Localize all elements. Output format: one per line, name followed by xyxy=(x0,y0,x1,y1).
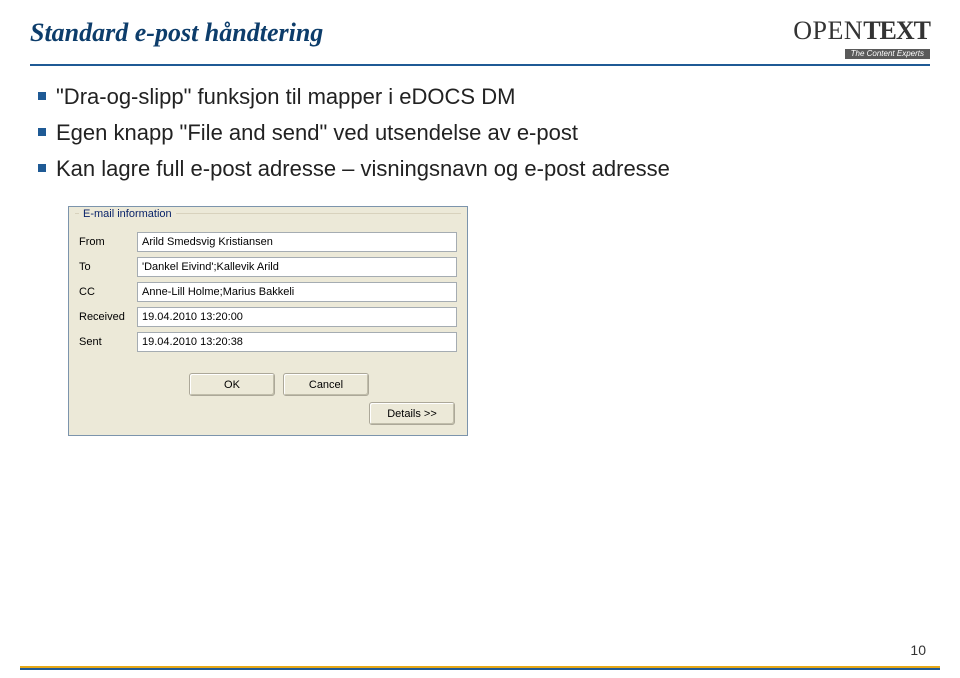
page-number: 10 xyxy=(910,642,926,658)
logo-open: OPEN xyxy=(793,16,863,45)
email-info-dialog: E-mail information From To CC Received S… xyxy=(68,206,468,436)
bullet-item: Kan lagre full e-post adresse – visnings… xyxy=(38,156,930,182)
input-sent[interactable] xyxy=(137,332,457,352)
ok-button[interactable]: OK xyxy=(189,373,275,396)
logo-tagline: The Content Experts xyxy=(845,49,930,59)
dialog-legend: E-mail information xyxy=(79,208,176,220)
bullet-list: "Dra-og-slipp" funksjon til mapper i eDO… xyxy=(38,84,930,182)
vendor-logo: OPENTEXT The Content Experts xyxy=(793,18,930,60)
bullet-item: Egen knapp "File and send" ved utsendels… xyxy=(38,120,930,146)
label-received: Received xyxy=(79,311,137,323)
label-to: To xyxy=(79,261,137,273)
input-received[interactable] xyxy=(137,307,457,327)
cancel-button[interactable]: Cancel xyxy=(283,373,369,396)
row-to: To xyxy=(79,257,457,277)
input-cc[interactable] xyxy=(137,282,457,302)
details-button[interactable]: Details >> xyxy=(369,402,455,425)
logo-text: TEXT xyxy=(863,16,930,45)
label-cc: CC xyxy=(79,286,137,298)
row-from: From xyxy=(79,232,457,252)
row-cc: CC xyxy=(79,282,457,302)
row-received: Received xyxy=(79,307,457,327)
label-sent: Sent xyxy=(79,336,137,348)
input-to[interactable] xyxy=(137,257,457,277)
bullet-item: "Dra-og-slipp" funksjon til mapper i eDO… xyxy=(38,84,930,110)
row-sent: Sent xyxy=(79,332,457,352)
label-from: From xyxy=(79,236,137,248)
footer-divider xyxy=(20,666,940,670)
input-from[interactable] xyxy=(137,232,457,252)
slide-title: Standard e-post håndtering xyxy=(30,18,323,48)
